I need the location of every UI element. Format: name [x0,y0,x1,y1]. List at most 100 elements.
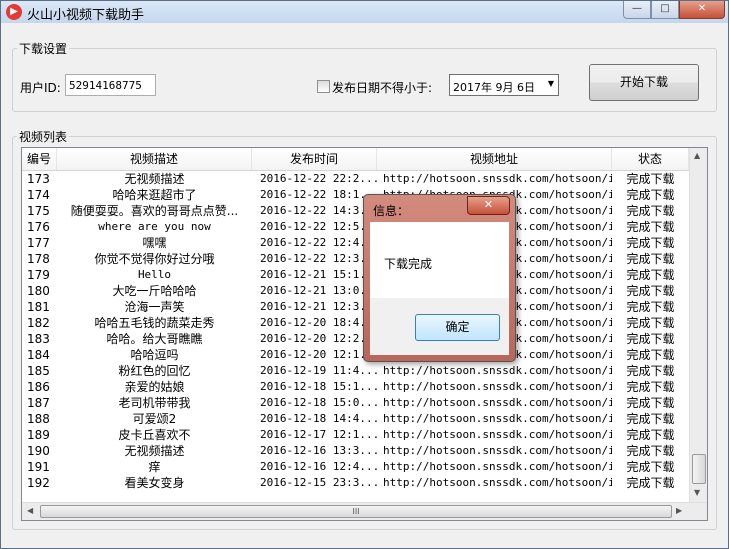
cell-description: 无视频描述 [124,172,185,186]
cell-description: 看美女变身 [124,476,185,490]
table-row[interactable]: 173 无视频描述 2016-12-22 22:2... http://hotsoon… [22,171,689,187]
table-row[interactable]: 186 亲爱的姑娘 2016-12-18 15:1... http://hotsoon… [22,379,689,395]
cell-description: where are you now [98,220,211,233]
cell-status: 完成下载 [626,284,675,298]
column-header-description[interactable]: 视频描述 [57,148,252,170]
cell-status: 完成下载 [626,204,675,218]
cell-publish-time: 2016-12-21 12:3... [260,300,377,313]
cell-id: 186 [27,380,50,394]
cell-publish-time: 2016-12-18 14:4... [260,412,377,425]
table-row[interactable]: 187 老司机带带我 2016-12-18 15:0... http://hotsoo… [22,395,689,411]
cell-description: 你觉不觉得你好过分哦 [94,252,215,266]
cell-url: http://hotsoon.snssdk.com/hotsoon/i... [383,460,612,473]
table-row[interactable]: 185 粉红色的回忆 2016-12-19 11:4... http://hotsoo… [22,363,689,379]
cell-description: 哈哈五毛钱的蔬菜走秀 [94,316,215,330]
cell-id: 178 [27,252,50,266]
app-logo-icon: ▶ [6,4,22,20]
cell-description: Hello [137,268,172,281]
cell-description: 随便耍耍。喜欢的哥哥点点赞... [70,204,239,218]
table-row[interactable]: 189 皮卡丘喜欢不 2016-12-17 12:1... http://hotsoo… [22,427,689,443]
start-download-button[interactable]: 开始下载 [589,64,699,101]
table-row[interactable]: 184哈哈逗吗2016-12-20 12:1...http://hotsoon.… [22,347,689,363]
vertical-scrollbar[interactable]: ▲ ▼ [689,148,707,502]
cell-status: 完成下载 [626,172,675,186]
cell-status: 完成下载 [626,236,675,250]
table-row[interactable]: 178你觉不觉得你好过分哦2016-12-22 12:3...http://ho… [22,251,689,267]
cell-publish-time: 2016-12-19 11:4... [260,364,377,377]
table-row[interactable]: 179Hello2016-12-21 15:1...http://hotsoon… [22,267,689,283]
cell-description: 痒 [148,460,161,474]
cell-publish-time: 2016-12-22 22:2... [260,172,377,185]
table-row[interactable]: 188 可爱颂2 2016-12-18 14:4... http://hotsoon.… [22,411,689,427]
table-row[interactable]: 175随便耍耍。喜欢的哥哥点点赞...2016-12-22 14:3...htt… [22,203,689,219]
scroll-right-icon[interactable]: ▶ [676,506,682,515]
cell-status: 完成下载 [626,316,675,330]
date-picker[interactable]: 2017年 9月 6日 ▼ [449,74,559,96]
video-list-legend: 视频列表 [19,130,68,144]
table-row[interactable]: 191 痒 2016-12-16 12:4... http://hotsoon.sns… [22,459,689,475]
column-header-id[interactable]: 编号 [22,148,57,170]
minimize-button[interactable]: — [623,1,651,19]
cell-description: 大吃一斤哈哈哈 [112,284,197,298]
cell-status: 完成下载 [626,428,675,442]
horizontal-scroll-thumb[interactable]: III [40,505,672,518]
table-row[interactable]: 181沧海一声笑2016-12-21 12:3...http://hotsoon… [22,299,689,315]
dialog-message-area: 下载完成 [370,222,509,298]
date-value: 2017年 9月 6日 [453,81,535,94]
chevron-down-icon[interactable]: ▼ [548,79,554,88]
cell-id: 175 [27,204,50,218]
cell-url: http://hotsoon.snssdk.com/hotsoon/i... [383,476,612,489]
table-row[interactable]: 177嘿嘿2016-12-22 12:4...http://hotsoon.sn… [22,235,689,251]
table-row[interactable]: 183哈哈。给大哥瞧瞧2016-12-20 12:2...http://hots… [22,331,689,347]
dialog-body: 下载完成 确定 [370,222,509,355]
dialog-close-button[interactable]: ✕ [467,196,510,215]
table-row[interactable]: 174哈哈来逛超市了2016-12-22 18:1...http://hotso… [22,187,689,203]
cell-status: 完成下载 [626,332,675,346]
title-bar: ▶ 火山小视频下载助手 — □ ✕ [1,1,728,23]
table-row[interactable]: 180大吃一斤哈哈哈2016-12-21 13:0...http://hotso… [22,283,689,299]
cell-url: http://hotsoon.snssdk.com/hotsoon/i... [383,428,612,441]
table-row[interactable]: 176where are you now2016-12-22 12:5...ht… [22,219,689,235]
scroll-up-icon[interactable]: ▲ [694,151,700,160]
column-header-url[interactable]: 视频地址 [377,148,612,170]
cell-description: 老司机带带我 [118,396,191,410]
user-id-label: 用户ID: [20,81,61,95]
cell-description: 皮卡丘喜欢不 [118,428,191,442]
cell-description: 哈哈。给大哥瞧瞧 [106,332,203,346]
cell-publish-time: 2016-12-21 13:0... [260,284,377,297]
window-title: 火山小视频下载助手 [27,8,145,23]
cell-status: 完成下载 [626,412,675,426]
table-row[interactable]: 192 看美女变身 2016-12-15 23:3... http://hotsoon… [22,475,689,491]
info-dialog: 信息： ✕ 下载完成 确定 [363,194,516,362]
cell-status: 完成下载 [626,300,675,314]
table-row[interactable]: 190 无视频描述 2016-12-16 13:3... http://hotsoon… [22,443,689,459]
scroll-down-icon[interactable]: ▼ [694,488,700,497]
ok-button[interactable]: 确定 [415,314,500,341]
main-window: ▶ 火山小视频下载助手 — □ ✕ 下载设置 用户ID: 52914168775… [0,0,729,549]
date-filter-checkbox[interactable] [317,80,330,93]
cell-id: 187 [27,396,50,410]
cell-status: 完成下载 [626,252,675,266]
cell-id: 176 [27,220,50,234]
scroll-left-icon[interactable]: ◀ [27,506,33,515]
vertical-scroll-thumb[interactable] [692,454,706,484]
cell-description: 嘿嘿 [142,236,167,250]
cell-publish-time: 2016-12-22 18:1... [260,188,377,201]
cell-id: 181 [27,300,50,314]
cell-status: 完成下载 [626,268,675,282]
table-row[interactable]: 182哈哈五毛钱的蔬菜走秀2016-12-20 18:4...http://ho… [22,315,689,331]
date-filter-label: 发布日期不得小于: [332,81,433,95]
user-id-field[interactable]: 52914168775 [65,74,156,96]
list-header: 编号 视频描述 发布时间 视频地址 状态 [22,148,689,171]
close-button[interactable]: ✕ [679,1,725,19]
maximize-button[interactable]: □ [651,1,679,19]
cell-publish-time: 2016-12-20 12:1... [260,348,377,361]
cell-description: 哈哈逗吗 [130,348,179,362]
cell-id: 177 [27,236,50,250]
column-header-publish-time[interactable]: 发布时间 [252,148,377,170]
cell-url: http://hotsoon.snssdk.com/hotsoon/i... [383,444,612,457]
dialog-message: 下载完成 [384,257,433,271]
cell-publish-time: 2016-12-18 15:0... [260,396,377,409]
column-header-status[interactable]: 状态 [612,148,689,170]
horizontal-scrollbar[interactable]: ◀ III ▶ [22,502,707,520]
